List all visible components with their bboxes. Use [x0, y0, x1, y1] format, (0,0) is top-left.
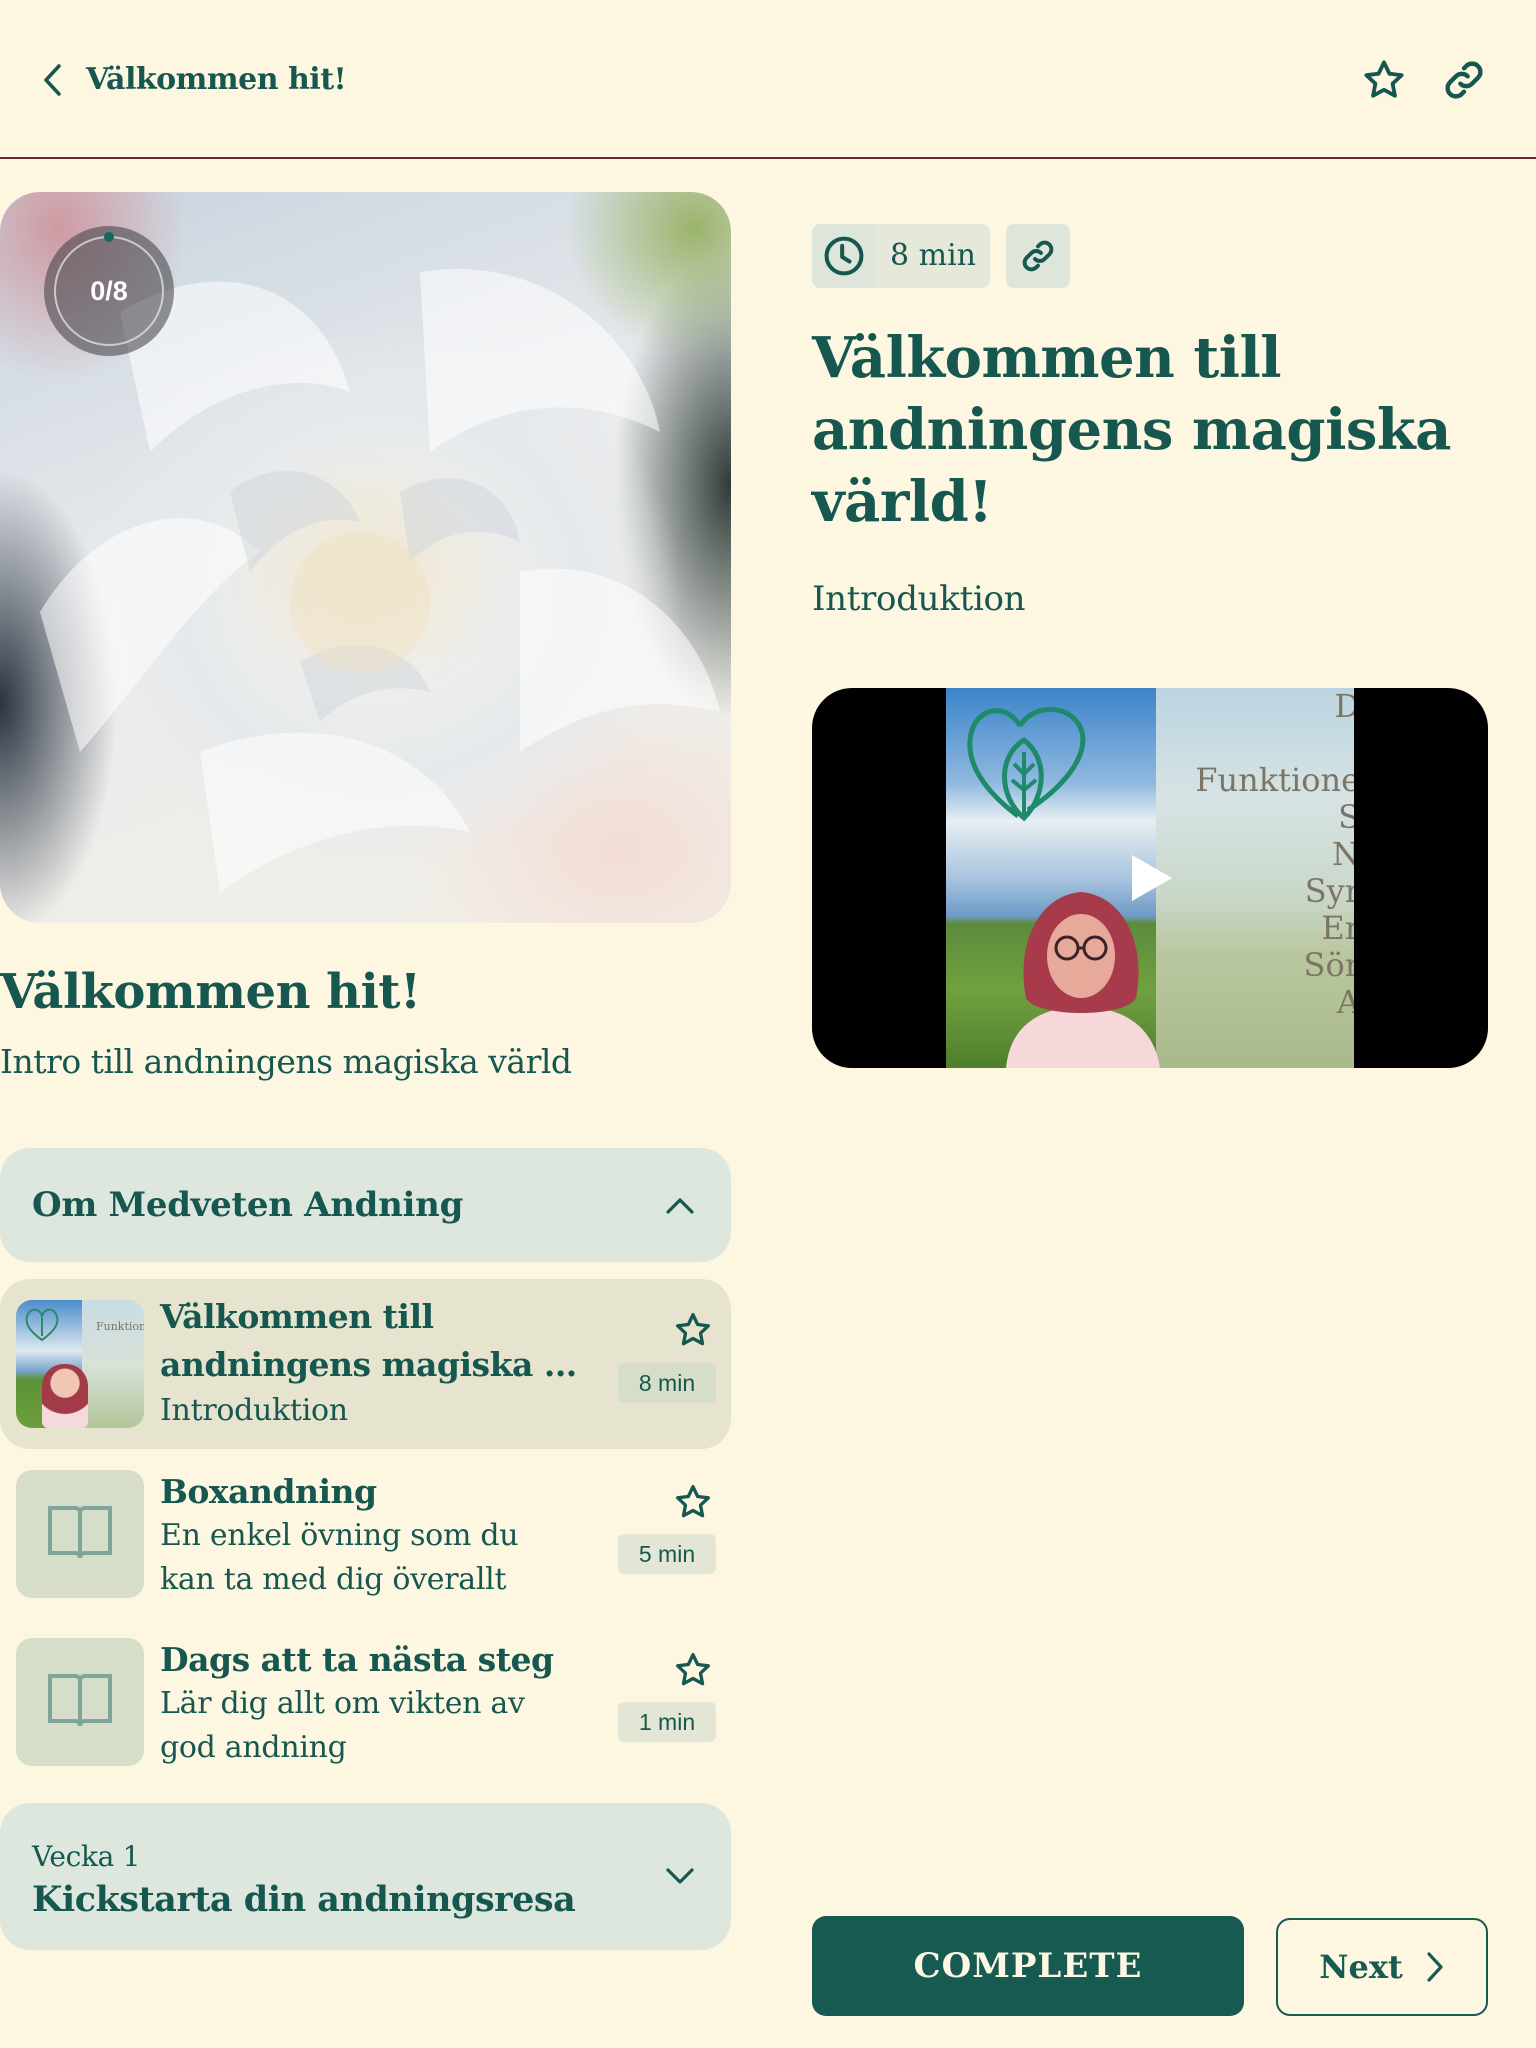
lesson-description: Introduktion — [160, 1393, 348, 1428]
lesson-title-heading: Välkommen till andningens magiska värld! — [812, 325, 1451, 535]
star-icon — [676, 1313, 710, 1346]
lesson-favorite-button[interactable] — [670, 1647, 716, 1693]
clock-icon-cell — [812, 224, 876, 288]
book-icon — [48, 1506, 112, 1559]
lesson-item-valkommen[interactable]: Funktion Välkommen till andningens magis… — [0, 1279, 731, 1449]
lesson-thumbnail: Funktion — [16, 1300, 144, 1428]
course-title: Välkommen hit! — [0, 964, 421, 1020]
play-icon[interactable] — [1122, 850, 1178, 906]
lesson-link-button[interactable] — [1006, 224, 1070, 288]
video-overlay-line: Syr — [1304, 872, 1354, 910]
video-overlay-text: D Funktione S N Syr Er Sör A — [1156, 688, 1354, 1068]
lesson-title: Dags att ta nästa steg — [160, 1640, 554, 1679]
favorite-button[interactable] — [1356, 52, 1412, 108]
star-icon — [676, 1485, 710, 1518]
back-title[interactable]: Välkommen hit! — [86, 60, 347, 100]
star-icon — [1364, 60, 1404, 98]
course-progress-indicator: 0/8 — [44, 226, 174, 356]
lesson-item-dags-att-ta-nasta-steg[interactable]: Dags att ta nästa steg Lär dig allt om v… — [0, 1624, 731, 1784]
heart-leaf-logo-icon — [967, 707, 1086, 822]
chevron-left-icon — [44, 64, 61, 96]
video-overlay-line: N — [1332, 835, 1354, 873]
lesson-kicker: Introduktion — [812, 579, 1026, 619]
lesson-description: Lär dig allt om vikten av god andning — [160, 1686, 525, 1765]
star-icon — [676, 1653, 710, 1686]
share-link-button[interactable] — [1436, 52, 1492, 108]
lesson-favorite-button[interactable] — [670, 1479, 716, 1525]
video-overlay-line — [1162, 725, 1354, 762]
complete-button[interactable]: COMPLETE — [812, 1916, 1244, 2016]
lesson-title: Boxandning — [160, 1472, 377, 1511]
section-header-om-medveten-andning[interactable]: Om Medveten Andning — [0, 1148, 731, 1262]
lesson-thumbnail — [16, 1638, 144, 1766]
section-title: Om Medveten Andning — [32, 1185, 464, 1225]
thumbnail-overlay-text: Funktion — [96, 1320, 144, 1333]
video-player[interactable]: D Funktione S N Syr Er Sör A — [812, 688, 1488, 1068]
heart-leaf-logo-icon — [25, 1308, 59, 1342]
presenter-image — [1006, 892, 1160, 1068]
lesson-item-boxandning[interactable]: Boxandning En enkel övning som du kan ta… — [0, 1456, 731, 1616]
book-icon — [48, 1674, 112, 1727]
lesson-duration-badge: 1 min — [618, 1702, 716, 1742]
presenter-image — [42, 1364, 88, 1428]
top-bar: Välkommen hit! — [0, 0, 1536, 158]
header-divider — [0, 157, 1536, 159]
next-button[interactable]: Next — [1276, 1918, 1488, 2016]
lesson-duration-badge: 8 min — [618, 1363, 716, 1403]
section-title: Kickstarta din andningsresa — [32, 1879, 576, 1920]
back-button[interactable] — [36, 60, 68, 100]
section-header-vecka-1[interactable]: Vecka 1 Kickstarta din andningsresa — [0, 1803, 731, 1950]
lesson-title: Välkommen till andningens magiska ... — [160, 1297, 577, 1384]
chevron-up-icon — [666, 1198, 694, 1214]
video-overlay-line: Sör — [1303, 946, 1354, 984]
chevron-right-icon — [1427, 1952, 1443, 1982]
video-overlay-line: A — [1336, 983, 1354, 1021]
lesson-favorite-button[interactable] — [670, 1307, 716, 1353]
next-label: Next — [1319, 1948, 1403, 1986]
lesson-duration-badge: 5 min — [618, 1534, 716, 1574]
lesson-duration-chip: 8 min — [812, 224, 990, 288]
video-overlay-line: D — [1334, 688, 1354, 725]
section-kicker: Vecka 1 — [32, 1840, 141, 1873]
chevron-down-icon — [666, 1868, 694, 1884]
lesson-duration-text: 8 min — [890, 238, 976, 273]
link-icon — [1022, 240, 1054, 272]
clock-icon — [824, 236, 864, 276]
lesson-description: En enkel övning som du kan ta med dig öv… — [160, 1518, 519, 1597]
video-overlay-line: S — [1338, 798, 1354, 836]
video-overlay-line: Funktione — [1195, 761, 1354, 799]
video-overlay-line: Er — [1321, 909, 1354, 947]
link-icon — [1445, 61, 1483, 99]
progress-count: 0/8 — [90, 275, 128, 306]
lesson-thumbnail — [16, 1470, 144, 1598]
course-subtitle: Intro till andningens magiska värld — [0, 1042, 572, 1081]
